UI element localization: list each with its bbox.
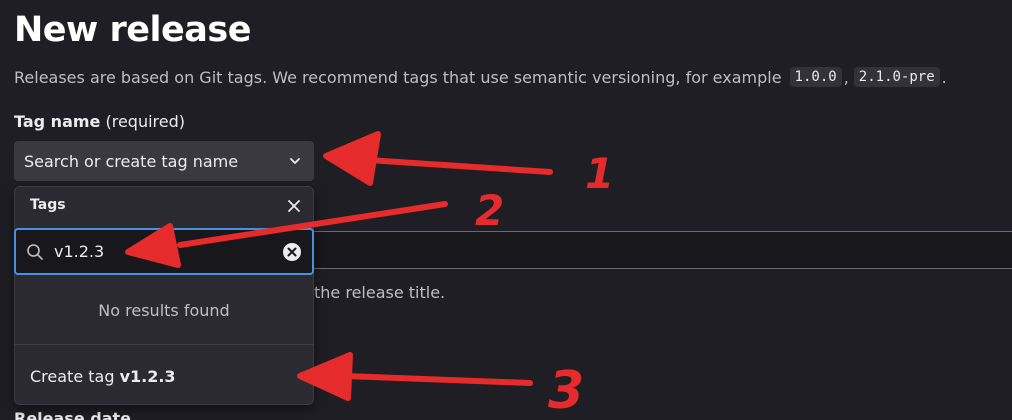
create-tag-name: v1.2.3 bbox=[119, 367, 176, 386]
annotation-arrow-1 bbox=[365, 157, 553, 175]
description-suffix: . bbox=[941, 67, 947, 87]
tag-search-input[interactable] bbox=[54, 242, 282, 261]
annotation-number-2: 2 bbox=[475, 186, 504, 235]
description-text: Releases are based on Git tags. We recom… bbox=[14, 67, 782, 87]
search-icon bbox=[27, 243, 43, 260]
annotation-arrow-3 bbox=[342, 373, 533, 386]
chevron-down-icon bbox=[290, 158, 300, 164]
description-separator: , bbox=[843, 67, 849, 87]
tag-name-select[interactable]: Search or create tag name bbox=[14, 141, 314, 181]
page-description: Releases are based on Git tags. We recom… bbox=[14, 67, 947, 87]
example-tag-code: 1.0.0 bbox=[789, 67, 842, 87]
required-text: (required) bbox=[105, 112, 186, 131]
release-title-help: the release title. bbox=[314, 283, 446, 302]
release-date-label: Release date bbox=[14, 409, 131, 420]
create-tag-prefix: Create tag bbox=[30, 367, 115, 386]
tag-name-label-text: Tag name bbox=[14, 112, 101, 131]
annotation-number-1: 1 bbox=[585, 149, 614, 198]
clear-icon[interactable] bbox=[282, 242, 302, 262]
example-tag-code: 2.1.0-pre bbox=[853, 67, 940, 87]
release-title-input[interactable] bbox=[300, 231, 1012, 269]
dropdown-divider bbox=[15, 344, 313, 345]
no-results-message: No results found bbox=[98, 301, 230, 320]
close-icon[interactable] bbox=[285, 197, 303, 215]
new-release-page: New release Releases are based on Git ta… bbox=[0, 0, 1012, 420]
annotation-arrowhead-1 bbox=[323, 131, 381, 186]
create-tag-option[interactable]: Create tag v1.2.3 bbox=[30, 367, 176, 386]
tags-dropdown: Tags No results found Create tag v1.2.3 bbox=[14, 186, 314, 405]
tag-name-label: Tag name (required) bbox=[14, 112, 185, 131]
tag-select-placeholder: Search or create tag name bbox=[24, 151, 239, 171]
annotation-number-3: 3 bbox=[548, 361, 584, 420]
page-title: New release bbox=[14, 10, 251, 50]
tag-search-box bbox=[14, 228, 314, 275]
dropdown-header: Tags bbox=[30, 197, 66, 213]
